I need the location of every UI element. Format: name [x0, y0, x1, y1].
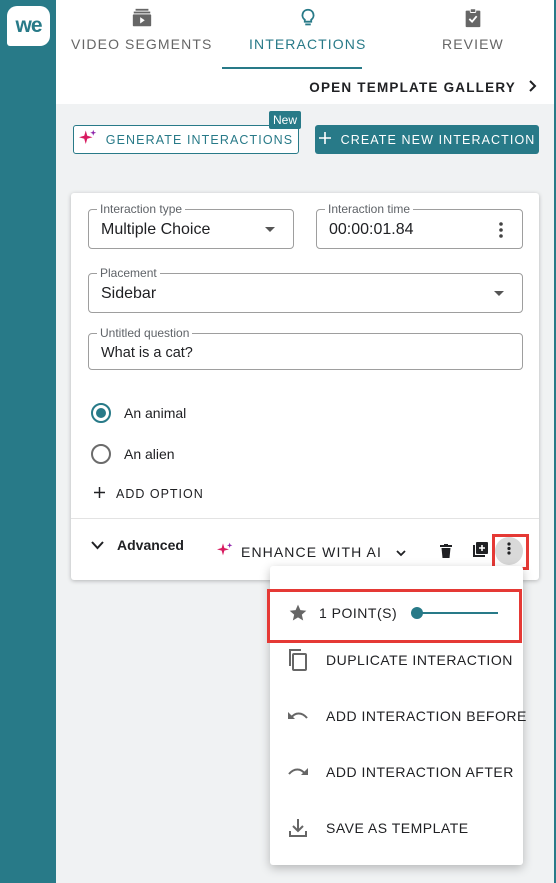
copy-icon: [287, 649, 309, 671]
points-slider-thumb[interactable]: [411, 607, 423, 619]
menu-item-label: DUPLICATE INTERACTION: [326, 652, 513, 668]
advanced-toggle[interactable]: Advanced: [91, 537, 184, 553]
gallery-link-label: OPEN TEMPLATE GALLERY: [309, 80, 516, 95]
interaction-options-menu: 1 POINT(S) DUPLICATE INTERACTION ADD INT…: [270, 566, 526, 865]
download-tray-icon: [287, 817, 309, 839]
advanced-label: Advanced: [117, 537, 184, 553]
tab-review[interactable]: REVIEW: [442, 6, 504, 68]
menu-item-duplicate[interactable]: DUPLICATE INTERACTION: [270, 632, 523, 688]
create-new-interaction-label: CREATE NEW INTERACTION: [340, 132, 536, 147]
placement-value: Sidebar: [101, 285, 157, 302]
star-icon: [287, 602, 309, 624]
plus-icon: [94, 487, 105, 501]
chevron-down-icon: [91, 537, 104, 553]
plus-icon: [318, 132, 331, 147]
menu-item-label: SAVE AS TEMPLATE: [326, 820, 469, 836]
interaction-type-label: Interaction type: [97, 202, 186, 216]
delete-icon[interactable]: [435, 540, 457, 562]
dropdown-caret-icon: [265, 227, 275, 232]
top-bar: VIDEO SEGMENTS INTERACTIONS REVIEW OPEN …: [56, 0, 554, 104]
option-label: An animal: [124, 405, 187, 421]
option-row[interactable]: An animal: [91, 403, 186, 423]
interaction-card: Interaction type Multiple Choice Interac…: [71, 193, 539, 580]
chevron-right-icon: [528, 80, 538, 95]
question-label: Untitled question: [97, 326, 193, 340]
interaction-time-field[interactable]: Interaction time 00:00:01.84: [316, 202, 523, 249]
sparkle-icon: [217, 542, 233, 561]
divider: [71, 518, 539, 519]
menu-item-label: ADD INTERACTION AFTER: [326, 764, 514, 780]
menu-item-add-after[interactable]: ADD INTERACTION AFTER: [270, 744, 523, 800]
interaction-type-value: Multiple Choice: [101, 221, 211, 238]
enhance-with-ai-label: ENHANCE WITH AI: [241, 543, 382, 560]
active-tab-indicator: [222, 67, 362, 69]
interaction-type-select[interactable]: Interaction type Multiple Choice: [88, 202, 294, 249]
tab-video-segments[interactable]: VIDEO SEGMENTS: [71, 6, 212, 68]
generate-interactions-button[interactable]: GENERATE INTERACTIONS: [73, 125, 299, 154]
open-template-gallery-link[interactable]: OPEN TEMPLATE GALLERY: [309, 80, 538, 95]
option-label: An alien: [124, 446, 175, 462]
option-row[interactable]: An alien: [91, 444, 175, 464]
tab-label: REVIEW: [442, 36, 504, 52]
interaction-time-label: Interaction time: [325, 202, 414, 216]
more-vert-icon[interactable]: [498, 221, 504, 244]
add-option-button[interactable]: ADD OPTION: [94, 487, 204, 501]
chevron-down-icon: [396, 544, 406, 560]
question-value: What is a cat?: [101, 345, 193, 361]
points-slider-track[interactable]: [418, 612, 498, 614]
tab-label: INTERACTIONS: [249, 36, 367, 52]
new-badge: New: [269, 111, 302, 129]
points-label: 1 POINT(S): [319, 605, 398, 621]
menu-item-save-template[interactable]: SAVE AS TEMPLATE: [270, 800, 523, 856]
logo-text: we: [15, 14, 42, 37]
question-input[interactable]: Untitled question What is a cat?: [88, 326, 523, 370]
video-segments-icon: [130, 6, 154, 30]
clipboard-check-icon: [461, 6, 485, 30]
radio-checked-icon[interactable]: [91, 403, 111, 423]
editor-panel: VIDEO SEGMENTS INTERACTIONS REVIEW OPEN …: [56, 0, 554, 883]
tab-label: VIDEO SEGMENTS: [71, 36, 213, 52]
create-new-interaction-button[interactable]: CREATE NEW INTERACTION: [315, 125, 539, 154]
lightbulb-icon: [296, 6, 320, 30]
sparkle-icon: [78, 129, 97, 150]
redo-arrow-icon: [287, 761, 309, 783]
add-copy-icon[interactable]: [469, 539, 491, 561]
placement-label: Placement: [97, 266, 160, 280]
generate-interactions-label: GENERATE INTERACTIONS: [105, 132, 294, 147]
placement-select[interactable]: Placement Sidebar: [88, 266, 523, 313]
enhance-with-ai-button[interactable]: ENHANCE WITH AI: [217, 542, 406, 561]
radio-unchecked-icon[interactable]: [91, 444, 111, 464]
add-option-label: ADD OPTION: [116, 487, 204, 501]
dropdown-caret-icon: [494, 291, 504, 296]
more-options-button[interactable]: [495, 537, 523, 565]
tab-interactions[interactable]: INTERACTIONS: [249, 6, 366, 68]
app-logo[interactable]: we: [7, 6, 50, 46]
more-vert-icon: [507, 542, 511, 560]
interaction-time-value: 00:00:01.84: [329, 221, 414, 238]
left-rail: we: [0, 0, 56, 883]
menu-item-add-before[interactable]: ADD INTERACTION BEFORE: [270, 688, 526, 744]
menu-item-label: ADD INTERACTION BEFORE: [326, 708, 527, 724]
undo-arrow-icon: [287, 705, 309, 727]
